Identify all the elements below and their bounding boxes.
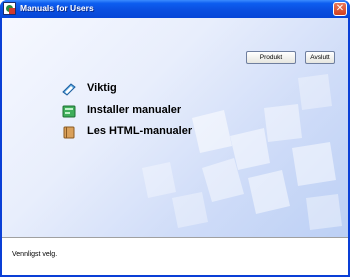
menu-item-label: Viktig (87, 82, 117, 94)
menu-item-label: Installer manualer (87, 104, 182, 116)
close-button[interactable]: ✕ (333, 2, 347, 16)
window-title: Manuals for Users (20, 3, 94, 13)
exit-button[interactable]: Avslutt (305, 51, 335, 64)
product-button[interactable]: Produkt (246, 51, 296, 64)
title-bar[interactable]: Manuals for Users ✕ (0, 0, 350, 18)
client-area: Produkt Avslutt Viktig Installer manuale… (2, 18, 348, 275)
status-bar: Vennligst velg. (2, 238, 348, 275)
main-window: Manuals for Users ✕ Produkt Avslutt Vikt… (0, 0, 350, 277)
manuals-app-icon (3, 2, 16, 15)
html-manual-icon (63, 126, 75, 139)
menu-item-label: Les HTML-manualer (87, 125, 193, 137)
status-text: Vennligst velg. (12, 251, 58, 258)
important-icon (62, 83, 76, 96)
install-icon (62, 105, 76, 118)
close-icon: ✕ (335, 3, 345, 14)
